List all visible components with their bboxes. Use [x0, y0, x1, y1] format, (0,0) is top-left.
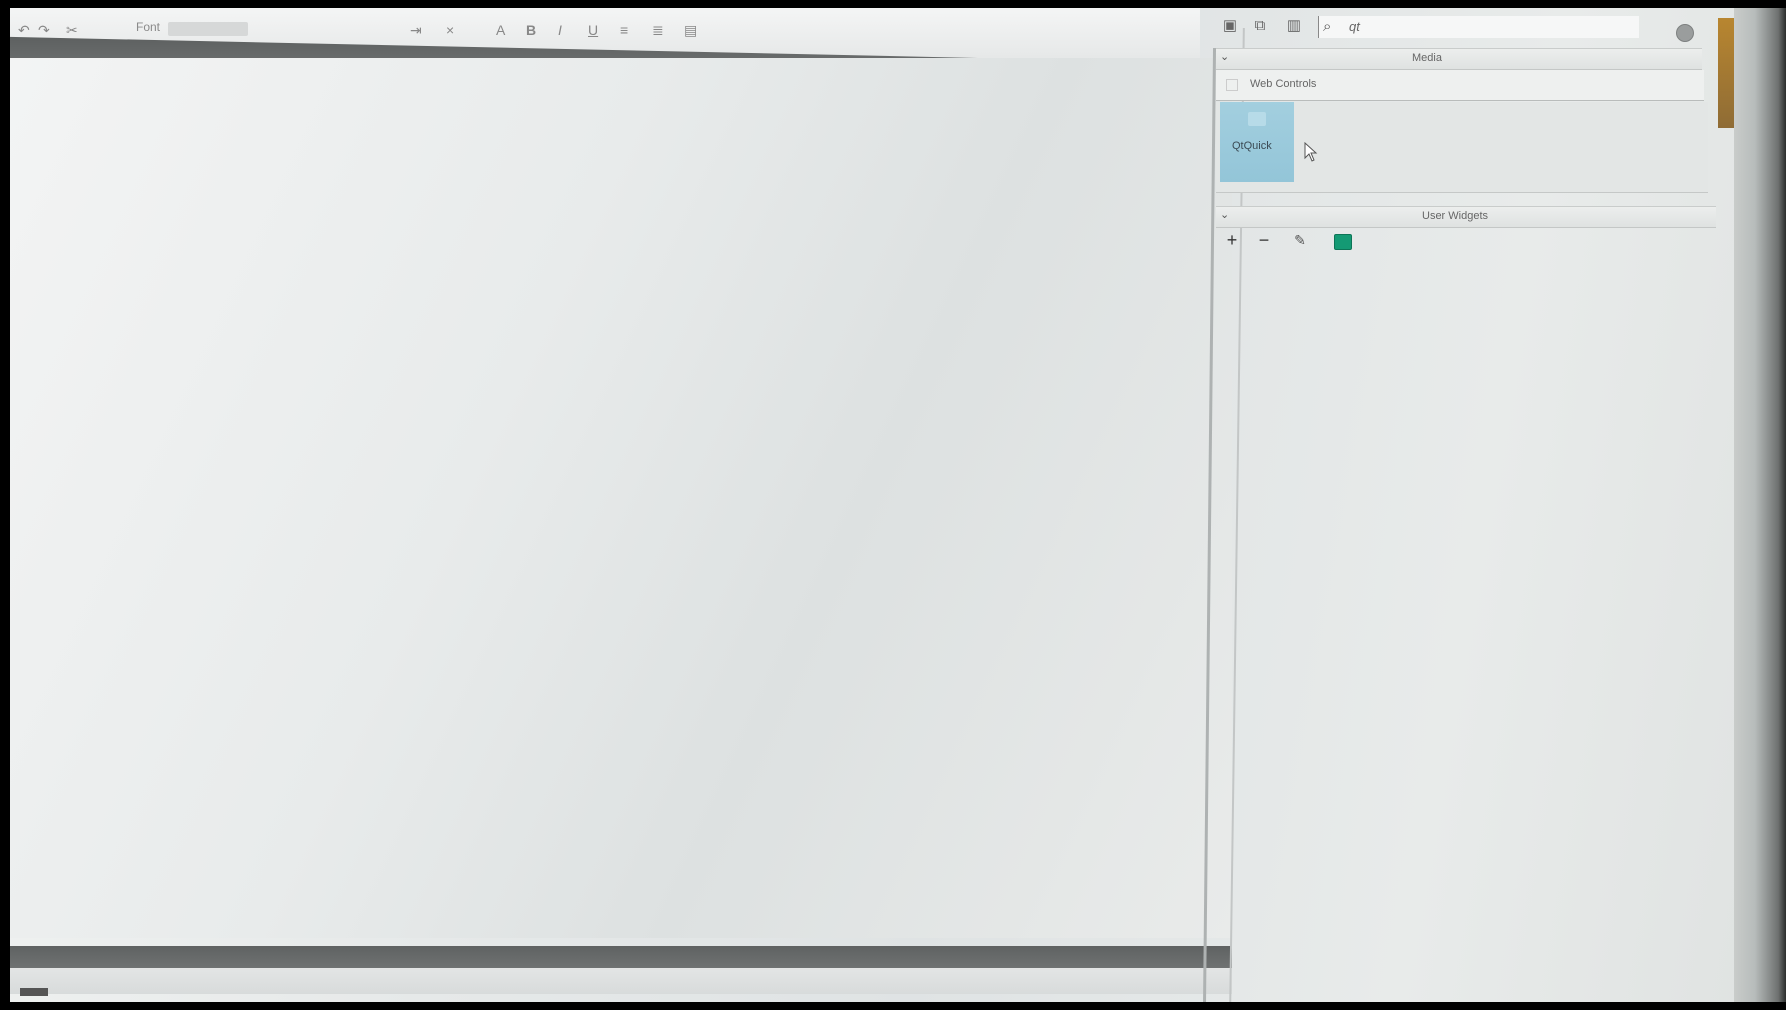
undo-icon[interactable]: ↶	[18, 22, 30, 39]
widget-item-label: QtQuick	[1232, 140, 1272, 152]
align-center-icon[interactable]: ≣	[652, 22, 664, 39]
editor-footer-bar	[10, 946, 1232, 968]
web-controls-category[interactable]: Web Controls	[1216, 70, 1704, 101]
horizontal-scrollbar[interactable]	[10, 968, 1232, 994]
add-widget-button[interactable]: +	[1222, 230, 1242, 250]
layout-icon[interactable]: ⧉	[1252, 18, 1268, 34]
section-header-media[interactable]: ⌄ Media	[1216, 48, 1702, 70]
clear-search-icon[interactable]	[1676, 24, 1694, 42]
font-select[interactable]	[168, 22, 248, 36]
remove-widget-button[interactable]: −	[1254, 230, 1274, 250]
editor-canvas[interactable]	[10, 58, 1232, 938]
section-title: Media	[1412, 52, 1442, 64]
scroll-handle[interactable]	[20, 988, 48, 996]
panel-toolbar: ▣ ⧉ ▥ ⌕ qt	[1206, 12, 1706, 42]
window-icon[interactable]: ▣	[1222, 18, 1238, 34]
qtquick-icon	[1248, 112, 1266, 126]
chevron-down-icon: ⌄	[1220, 209, 1230, 221]
font-color-icon[interactable]: A	[496, 22, 505, 38]
monitor-bezel	[1734, 8, 1786, 1002]
category-label: Web Controls	[1250, 78, 1317, 90]
grid-icon[interactable]: ▥	[1286, 18, 1302, 34]
media-items-area: QtQuick	[1216, 102, 1708, 193]
section-title: User Widgets	[1422, 210, 1489, 222]
bold-icon[interactable]: B	[526, 22, 536, 38]
user-widgets-toolbar: + − ✎	[1222, 230, 1422, 252]
font-label: Font	[136, 20, 161, 34]
chevron-down-icon: ⌄	[1220, 51, 1230, 63]
indent-icon[interactable]: ⇥	[410, 22, 422, 39]
redo-icon[interactable]: ↷	[38, 22, 50, 39]
screen: ↶ ↷ ✂ Font ⇥ × A B I U ≡ ≣ ▤ ▣ ⧉ ▥ ⌕ qt	[10, 8, 1786, 1002]
widget-box-panel: ▣ ⧉ ▥ ⌕ qt ⌄ Media Web Controls QtQuick	[1206, 8, 1726, 1002]
underline-icon[interactable]: U	[588, 22, 598, 38]
italic-icon[interactable]: I	[558, 22, 562, 38]
close-icon[interactable]: ×	[446, 22, 454, 38]
mouse-cursor-icon	[1304, 142, 1318, 162]
section-header-user-widgets[interactable]: ⌄ User Widgets	[1216, 206, 1716, 228]
category-checkbox[interactable]	[1226, 79, 1238, 91]
image-icon[interactable]: ▤	[684, 22, 697, 39]
cut-icon[interactable]: ✂	[66, 22, 78, 39]
align-left-icon[interactable]: ≡	[620, 22, 628, 38]
widget-item-qtquick[interactable]: QtQuick	[1220, 102, 1294, 182]
widget-color-icon[interactable]	[1334, 234, 1352, 250]
search-icon: ⌕	[1323, 18, 1332, 35]
edit-widget-button[interactable]: ✎	[1290, 230, 1310, 250]
search-field[interactable]: ⌕ qt	[1318, 16, 1639, 38]
search-input[interactable]: qt	[1349, 19, 1360, 34]
